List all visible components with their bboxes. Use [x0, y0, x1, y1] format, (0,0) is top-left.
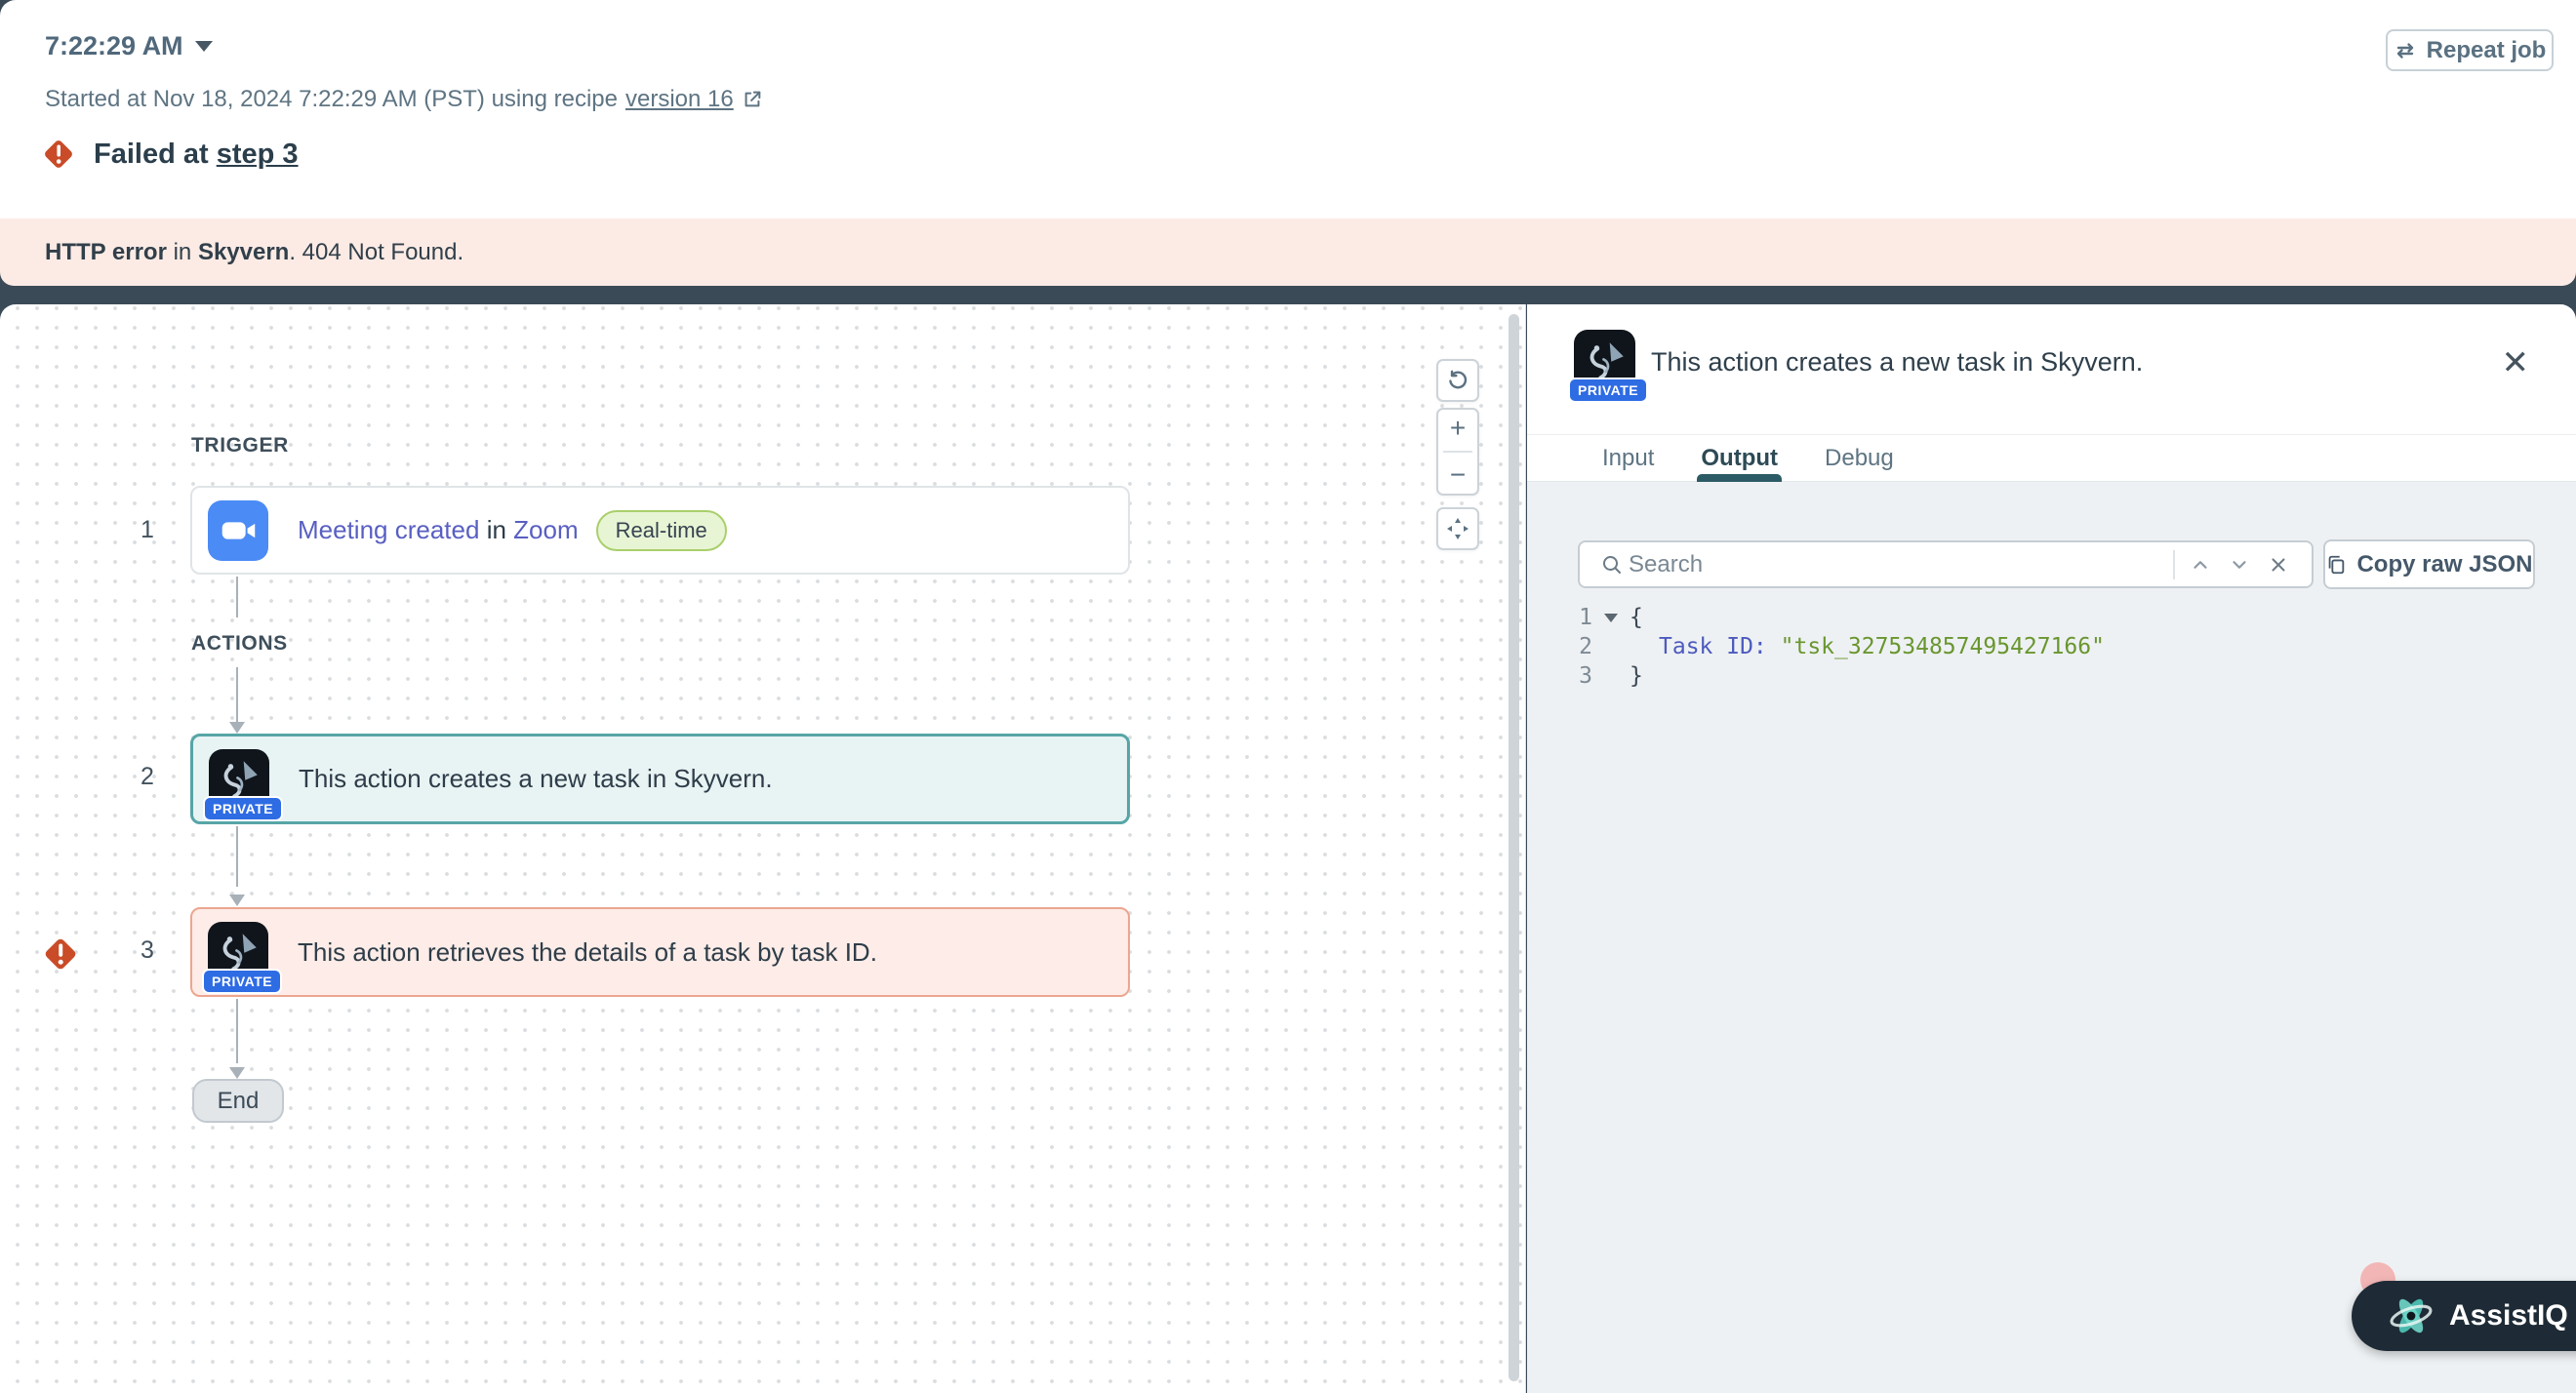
zoom-app-icon — [208, 500, 268, 561]
started-text: Started at Nov 18, 2024 7:22:29 AM (PST)… — [45, 86, 618, 113]
step-number-1: 1 — [125, 516, 170, 544]
realtime-badge: Real-time — [596, 510, 727, 551]
end-node[interactable]: End — [192, 1079, 284, 1123]
skyvern-app-icon: PRIVATE — [208, 922, 268, 982]
panel-tabs: Input Output Debug — [1527, 434, 2576, 482]
tab-debug[interactable]: Debug — [1825, 435, 1894, 481]
repeat-icon — [2394, 39, 2417, 62]
search-next-button[interactable] — [2220, 545, 2259, 584]
private-badge: PRIVATE — [202, 969, 282, 994]
action-node-title: This action creates a new task in Skyver… — [299, 764, 773, 794]
line-number: 3 — [1573, 663, 1592, 689]
search-prev-button[interactable] — [2181, 545, 2220, 584]
trigger-node-zoom[interactable]: Meeting created in Zoom Real-time — [190, 486, 1130, 575]
action-node-get-task[interactable]: PRIVATE This action retrieves the detail… — [190, 907, 1130, 997]
search-divider — [2173, 550, 2175, 579]
trigger-node-title: Meeting created in Zoom Real-time — [298, 510, 727, 551]
copy-raw-json-button[interactable]: Copy raw JSON — [2323, 539, 2535, 589]
job-time: 7:22:29 AM — [45, 31, 183, 61]
connector-arrow — [229, 1067, 245, 1079]
panel-title: This action creates a new task in Skyver… — [1651, 347, 2143, 378]
error-type: HTTP error — [45, 239, 167, 265]
private-badge: PRIVATE — [203, 796, 283, 821]
job-status-row: Failed at step 3 — [39, 135, 299, 174]
line-number: 1 — [1573, 605, 1592, 630]
json-line: 2 Task ID: "tsk_327534857495427166" — [1573, 632, 2576, 661]
assistiq-button[interactable]: AssistIQ — [2352, 1281, 2576, 1351]
output-toolbar: Copy raw JSON — [1578, 539, 2535, 589]
connector-line — [236, 826, 238, 887]
action-node-create-task[interactable]: PRIVATE This action creates a new task i… — [190, 734, 1130, 824]
connector-arrow — [229, 895, 245, 906]
json-key: Task ID: — [1659, 634, 1767, 659]
job-header: 7:22:29 AM Repeat job Started at Nov 18,… — [0, 0, 2576, 219]
repeat-job-label: Repeat job — [2427, 37, 2547, 64]
external-link-icon[interactable] — [742, 89, 763, 110]
connector-line — [236, 577, 238, 617]
connector-line — [236, 999, 238, 1063]
zoom-divider — [1443, 451, 1472, 453]
assistiq-label: AssistIQ — [2449, 1299, 2568, 1333]
search-input[interactable] — [1629, 551, 2167, 578]
close-panel-button[interactable]: ✕ — [2502, 343, 2530, 382]
error-diamond-icon — [39, 135, 78, 174]
failed-step-link[interactable]: step 3 — [217, 139, 299, 170]
skyvern-app-icon: PRIVATE — [1574, 330, 1635, 391]
fit-view-button[interactable] — [1436, 507, 1479, 550]
private-badge: PRIVATE — [1568, 378, 1648, 403]
trigger-event-link[interactable]: Meeting created — [298, 515, 479, 544]
atom-icon — [2387, 1292, 2435, 1340]
panel-header: PRIVATE This action creates a new task i… — [1527, 304, 2576, 434]
step-number-2: 2 — [125, 763, 170, 791]
error-app: Skyvern — [198, 239, 289, 265]
collapse-caret-icon[interactable] — [1592, 614, 1630, 622]
zoom-in-button[interactable]: + — [1438, 416, 1477, 441]
chevron-down-icon — [195, 41, 213, 52]
workflow-canvas[interactable]: TRIGGER 1 Meeting created in Zoom Real-t… — [0, 304, 1526, 1393]
job-details-page: 7:22:29 AM Repeat job Started at Nov 18,… — [0, 0, 2576, 1393]
json-output-viewer: 1 { 2 Task ID: "tsk_327534857495427166" … — [1573, 603, 2576, 691]
json-search-box[interactable] — [1578, 540, 2314, 588]
json-line: 3 } — [1573, 661, 2576, 691]
panel-body: Copy raw JSON 1 { 2 Task ID: "tsk_327534… — [1527, 483, 2576, 1393]
connector-arrow — [229, 722, 245, 734]
line-number: 2 — [1573, 634, 1592, 659]
tab-output[interactable]: Output — [1701, 435, 1778, 481]
reset-view-button[interactable] — [1436, 359, 1479, 402]
json-line: 1 { — [1573, 603, 2576, 632]
json-value: "tsk_327534857495427166" — [1781, 634, 2105, 659]
tab-input[interactable]: Input — [1602, 435, 1654, 481]
connector-line — [236, 667, 238, 722]
recipe-version-link[interactable]: version 16 — [625, 86, 734, 113]
error-banner: HTTP error in Skyvern. 404 Not Found. — [0, 219, 2576, 286]
repeat-job-button[interactable]: Repeat job — [2386, 29, 2554, 71]
step-details-panel: PRIVATE This action creates a new task i… — [1527, 304, 2576, 1393]
copy-icon — [2325, 554, 2347, 576]
zoom-controls: + − — [1436, 408, 1479, 496]
zoom-out-button[interactable]: − — [1438, 462, 1477, 488]
canvas-scrollbar[interactable] — [1509, 314, 1519, 1381]
trigger-section-label: TRIGGER — [191, 434, 289, 458]
step-error-icon — [39, 933, 82, 975]
failed-status: Failed at step 3 — [94, 139, 299, 171]
job-subtitle: Started at Nov 18, 2024 7:22:29 AM (PST)… — [45, 86, 763, 113]
job-time-dropdown[interactable]: 7:22:29 AM — [45, 31, 213, 61]
search-icon — [1595, 545, 1629, 584]
error-detail: . 404 Not Found. — [289, 239, 463, 265]
step-number-3: 3 — [125, 936, 170, 965]
actions-section-label: ACTIONS — [191, 632, 288, 656]
trigger-app-link[interactable]: Zoom — [513, 515, 578, 544]
skyvern-app-icon: PRIVATE — [209, 749, 269, 810]
search-clear-button[interactable] — [2259, 545, 2298, 584]
action-node-title: This action retrieves the details of a t… — [298, 937, 877, 968]
